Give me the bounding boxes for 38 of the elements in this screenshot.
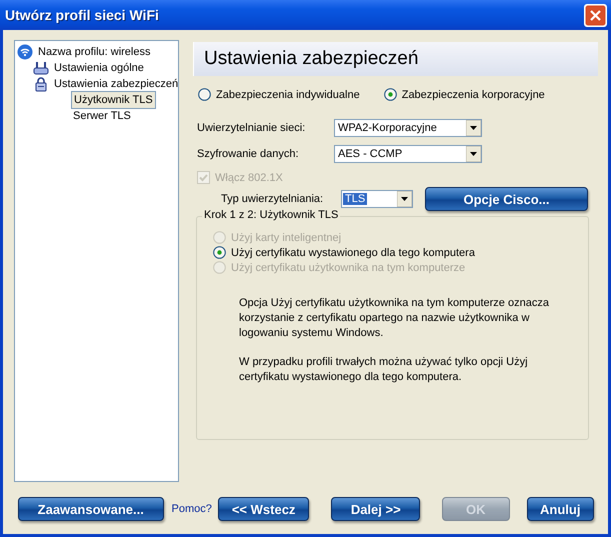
field-label: Szyfrowanie danych:: [197, 148, 300, 160]
radio-label: Zabezpieczenia korporacyjne: [402, 88, 545, 100]
radio-label: Użyj certyfikatu użytkownika na tym komputerze: [231, 262, 466, 274]
wifi-icon: [17, 44, 33, 60]
dropdown[interactable]: TLS: [341, 190, 413, 208]
group-title: Krok 1 z 2: Użytkownik TLS: [202, 209, 340, 221]
window-title: Utwórz profil sieci WiFi: [5, 7, 159, 23]
tree-item[interactable]: Użytkownik TLS: [71, 91, 156, 109]
close-icon[interactable]: [584, 4, 607, 26]
radio-label: Użyj karty inteligentnej: [231, 232, 342, 244]
lock-icon: [33, 76, 49, 92]
advanced-button[interactable]: Zaawansowane...: [18, 497, 164, 521]
cancel-button[interactable]: Anuluj: [526, 497, 594, 521]
checkbox-label: Włącz 802.1X: [215, 172, 283, 184]
dropdown[interactable]: AES - CCMP: [334, 145, 482, 163]
router-icon: [33, 60, 49, 76]
description-text: Opcja Użyj certyfikatu użytkownika na tym komputerze oznacza korzystanie z certyfikatu opartego na nazwie użytkownika w logowaniu systemu Windows.: [239, 296, 550, 341]
back-button[interactable]: << Wstecz: [218, 497, 310, 521]
tree-item[interactable]: Ustawienia ogólne: [52, 62, 146, 74]
dropdown[interactable]: WPA2-Korporacyjne: [334, 119, 482, 137]
radio-button[interactable]: [384, 88, 397, 101]
caret-icon: [466, 120, 481, 136]
radio-label: Użyj certyfikatu wystawionego dla tego komputera: [231, 246, 475, 258]
radio-label: Zabezpieczenia indywidualne: [216, 88, 360, 100]
cisco-options-button[interactable]: Opcje Cisco...: [425, 187, 588, 211]
field-label: Typ uwierzytelniania:: [221, 193, 324, 205]
caret-icon: [397, 191, 412, 207]
caret-icon: [466, 146, 481, 162]
tree-item[interactable]: Nazwa profilu: wireless: [36, 46, 152, 58]
radio-button[interactable]: [198, 88, 211, 101]
next-button[interactable]: Dalej >>: [331, 497, 420, 521]
section-header: Ustawienia zabezpieczeń: [193, 42, 598, 76]
field-label: Uwierzytelnianie sieci:: [197, 122, 306, 134]
tree-item[interactable]: Serwer TLS: [71, 110, 133, 122]
tree-item[interactable]: Ustawienia zabezpieczeń: [52, 78, 180, 90]
radio-button[interactable]: [213, 246, 226, 259]
description-text: W przypadku profili trwałych można używać tylko opcji Użyj certyfikatu wystawionego dla tego komputera.: [239, 355, 529, 385]
help-link[interactable]: Pomoc?: [172, 503, 212, 515]
